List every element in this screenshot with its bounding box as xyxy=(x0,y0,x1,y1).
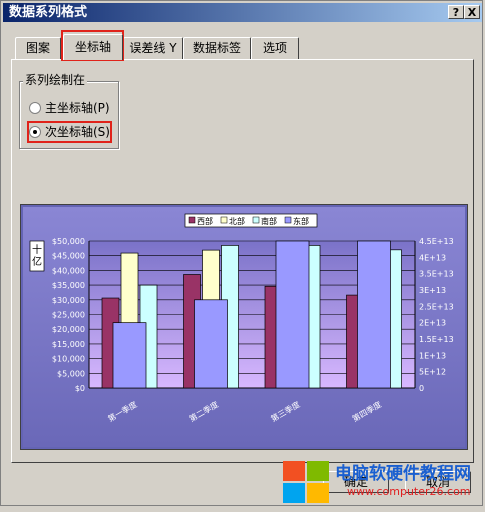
radio-highlight xyxy=(27,121,112,143)
tab-options[interactable]: 选项 xyxy=(251,37,299,59)
y-axis-ticks: $0 $5,000 $10,000 $15,000 $20,000 $25,000 $30,… xyxy=(52,237,85,393)
legend-swatch xyxy=(220,216,228,224)
bar-secondary-东部 xyxy=(275,240,310,389)
y-tick-label: $45,000 xyxy=(52,252,85,261)
site-name: 电脑软硬件教程网 xyxy=(335,464,471,484)
y-tick-label: $35,000 xyxy=(52,281,85,290)
y2-tick-label: 1.5E+13 xyxy=(419,335,454,344)
primary-axis-label: 主坐标轴(P) xyxy=(45,101,110,115)
y-tick-label: $10,000 xyxy=(52,355,85,364)
tab-data-labels[interactable]: 数据标签 xyxy=(183,37,251,59)
y2-tick-label: 2.5E+13 xyxy=(419,302,454,311)
y-unit-label: 十亿 xyxy=(29,240,45,272)
y-tick-label: $15,000 xyxy=(52,340,85,349)
legend-label: 北部 xyxy=(229,216,245,226)
site-watermark: 电脑软硬件教程网 www.computer26.com xyxy=(279,455,485,509)
tab-patterns[interactable]: 图案 xyxy=(15,37,61,59)
y-tick-label: $50,000 xyxy=(52,237,85,246)
y2-tick-label: 4E+13 xyxy=(419,253,446,262)
y2-tick-label: 2E+13 xyxy=(419,319,446,328)
legend-label: 西部 xyxy=(197,216,213,226)
y-tick-label: $0 xyxy=(75,384,85,393)
y-tick-label: $30,000 xyxy=(52,296,85,305)
radio-circle xyxy=(29,102,41,114)
help-button[interactable]: ? xyxy=(448,5,464,19)
y-tick-label: $20,000 xyxy=(52,325,85,334)
y2-tick-label: 5E+12 xyxy=(419,368,446,377)
unit-label-char: 十 xyxy=(32,243,42,256)
y2-tick-label: 1E+13 xyxy=(419,351,446,360)
group-title: 系列绘制在 xyxy=(23,73,88,88)
unit-label-char: 亿 xyxy=(32,255,42,268)
legend-swatch xyxy=(284,216,292,224)
bar-secondary-东部 xyxy=(357,240,391,389)
chart-preview: $0 $5,000 $10,000 $15,000 $20,000 $25,000 $30,… xyxy=(20,204,468,450)
bar-secondary-东部 xyxy=(112,322,147,389)
y-tick-label: $5,000 xyxy=(57,369,85,378)
y-tick-label: $25,000 xyxy=(52,311,85,320)
legend: 西部 北部 南部 东部 xyxy=(184,213,318,228)
legend-swatch xyxy=(188,216,196,224)
bar-secondary-东部 xyxy=(194,299,228,389)
y2-tick-label: 3E+13 xyxy=(419,286,446,295)
chart-svg: $0 $5,000 $10,000 $15,000 $20,000 $25,000 $30,… xyxy=(23,207,465,447)
y2-tick-label: 3.5E+13 xyxy=(419,270,454,279)
site-url: www.computer26.com xyxy=(347,485,471,498)
format-data-series-dialog: 数据系列格式 ? X 图案 坐标轴 误差线 Y 数据标签 选项 系列绘制在 主坐… xyxy=(0,0,483,506)
y2-tick-label: 4.5E+13 xyxy=(419,237,454,246)
legend-swatch xyxy=(252,216,260,224)
y2-tick-label: 0 xyxy=(419,384,424,393)
tab-y-error-bars[interactable]: 误差线 Y xyxy=(123,37,183,59)
legend-label: 东部 xyxy=(293,216,309,226)
close-button[interactable]: X xyxy=(464,5,480,19)
y-tick-label: $40,000 xyxy=(52,266,85,275)
title-bar: 数据系列格式 ? X xyxy=(3,3,482,22)
tab-axis[interactable]: 坐标轴 xyxy=(63,34,123,60)
dialog-title: 数据系列格式 xyxy=(9,5,88,20)
legend-label: 南部 xyxy=(261,216,277,226)
